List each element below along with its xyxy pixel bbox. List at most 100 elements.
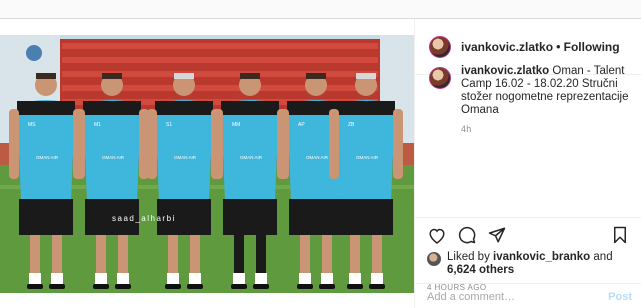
person-shorts [19,199,73,235]
person-leg [300,235,310,279]
person-arm [393,109,403,179]
person-arm [329,109,339,179]
action-icons [427,224,630,246]
person-badge: MS [28,122,36,128]
person-arm [147,109,157,179]
person-sock [189,273,201,285]
liker-avatar[interactable] [427,252,441,266]
person-shoe [165,284,181,289]
person-badge: MM [232,122,240,128]
person-leg [350,235,360,279]
person-leg [256,235,266,279]
liker-username[interactable]: ivankovic_branko [493,251,590,263]
person-sock [299,273,311,285]
person-leg [234,235,244,279]
person-shirt [221,100,279,201]
person-arm [9,109,19,179]
person-arm [213,109,223,179]
person-shorts [289,199,343,235]
post-actions: Liked by ivankovic_branko and 6,624 othe… [415,217,641,292]
person-badge: S1 [166,122,172,128]
person-leg [168,235,178,279]
person-shirt-yoke [155,101,213,115]
photo-watermark: saad_alharbi [112,214,176,223]
person-leg [322,235,332,279]
shirt-sponsor: OMAN AIR [102,155,125,160]
comment-box: Add a comment… Post [415,283,641,308]
person-shorts [339,199,393,235]
likes-summary: Liked by ivankovic_branko and 6,624 othe… [427,251,630,277]
bookmark-icon[interactable] [610,225,630,245]
header-username[interactable]: ivankovic.zlatko [461,40,553,54]
person-leg [30,235,40,279]
person-shirt-yoke [17,101,75,115]
person-hair [36,73,56,79]
person-shoe [297,284,313,289]
person-shoe [49,284,65,289]
person-leg [52,235,62,279]
person-sock [167,273,179,285]
person-shirt [83,100,141,201]
person-shoe [347,284,363,289]
shirt-sponsor: OMAN AIR [36,155,59,160]
person-shirt [155,100,213,201]
person-sock [233,273,245,285]
person-badge: M1 [94,122,101,128]
person-sock [117,273,129,285]
person-leg [372,235,382,279]
person-hair [174,73,194,79]
person-hair [306,73,326,79]
following-button[interactable]: Following [564,40,620,54]
likes-text: Liked by ivankovic_branko and 6,624 othe… [447,251,630,277]
caption-avatar[interactable] [429,67,451,89]
likes-connector: and [593,251,613,263]
person-shirt [17,100,75,201]
person-shoe [369,284,385,289]
person-sock [321,273,333,285]
caption-username[interactable]: ivankovic.zlatko [461,65,549,77]
post-sidebar: ivankovic.zlatko • Following ivankovic.z… [414,19,641,308]
person-badge: AP [298,122,305,128]
person-sock [95,273,107,285]
person-shoe [115,284,131,289]
shirt-sponsor: OMAN AIR [240,155,263,160]
person-shirt-yoke [221,101,279,115]
post-caption: ivankovic.zlatko Oman - Talent Camp 16.0… [429,65,634,136]
person-shirt-yoke [83,101,141,115]
person-sock [29,273,41,285]
person-sock [255,273,267,285]
person-hair [240,73,260,79]
person-sock [349,273,361,285]
post-comment-button[interactable]: Post [608,291,632,303]
shirt-sponsor: OMAN AIR [306,155,329,160]
person-sock [51,273,63,285]
instagram-post: MS OMAN AIR M1 OMAN AIR S1 OMAN AIR MM OMAN AIR… [0,18,641,308]
caption-body: ivankovic.zlatko Oman - Talent Camp 16.0… [461,65,634,136]
team-photo-illustration: MS OMAN AIR M1 OMAN AIR S1 OMAN AIR MM OMAN AIR… [0,35,414,293]
likes-prefix: Liked by [447,251,490,263]
likes-count-link[interactable]: 6,624 others [447,264,514,276]
shirt-sponsor: OMAN AIR [356,155,379,160]
comment-input[interactable]: Add a comment… [427,291,608,303]
person-shoe [231,284,247,289]
share-icon[interactable] [487,225,507,245]
comment-icon[interactable] [457,225,477,245]
person-shirt-yoke [337,101,395,115]
person-hair [102,73,122,79]
person-arm [75,109,85,179]
person-shirt [337,100,395,201]
person-shorts [223,199,277,235]
person-arm [279,109,289,179]
header-separator: • [556,39,561,54]
person-shoe [187,284,203,289]
heart-icon[interactable] [427,225,447,245]
post-photo[interactable]: MS OMAN AIR M1 OMAN AIR S1 OMAN AIR MM OMAN AIR… [0,35,414,293]
person-leg [190,235,200,279]
avatar[interactable] [429,35,451,58]
person-badge: ZB [348,122,355,128]
person-hair [356,73,376,79]
shirt-sponsor: OMAN AIR [174,155,197,160]
person-shoe [253,284,269,289]
person-sock [371,273,383,285]
person-leg [118,235,128,279]
